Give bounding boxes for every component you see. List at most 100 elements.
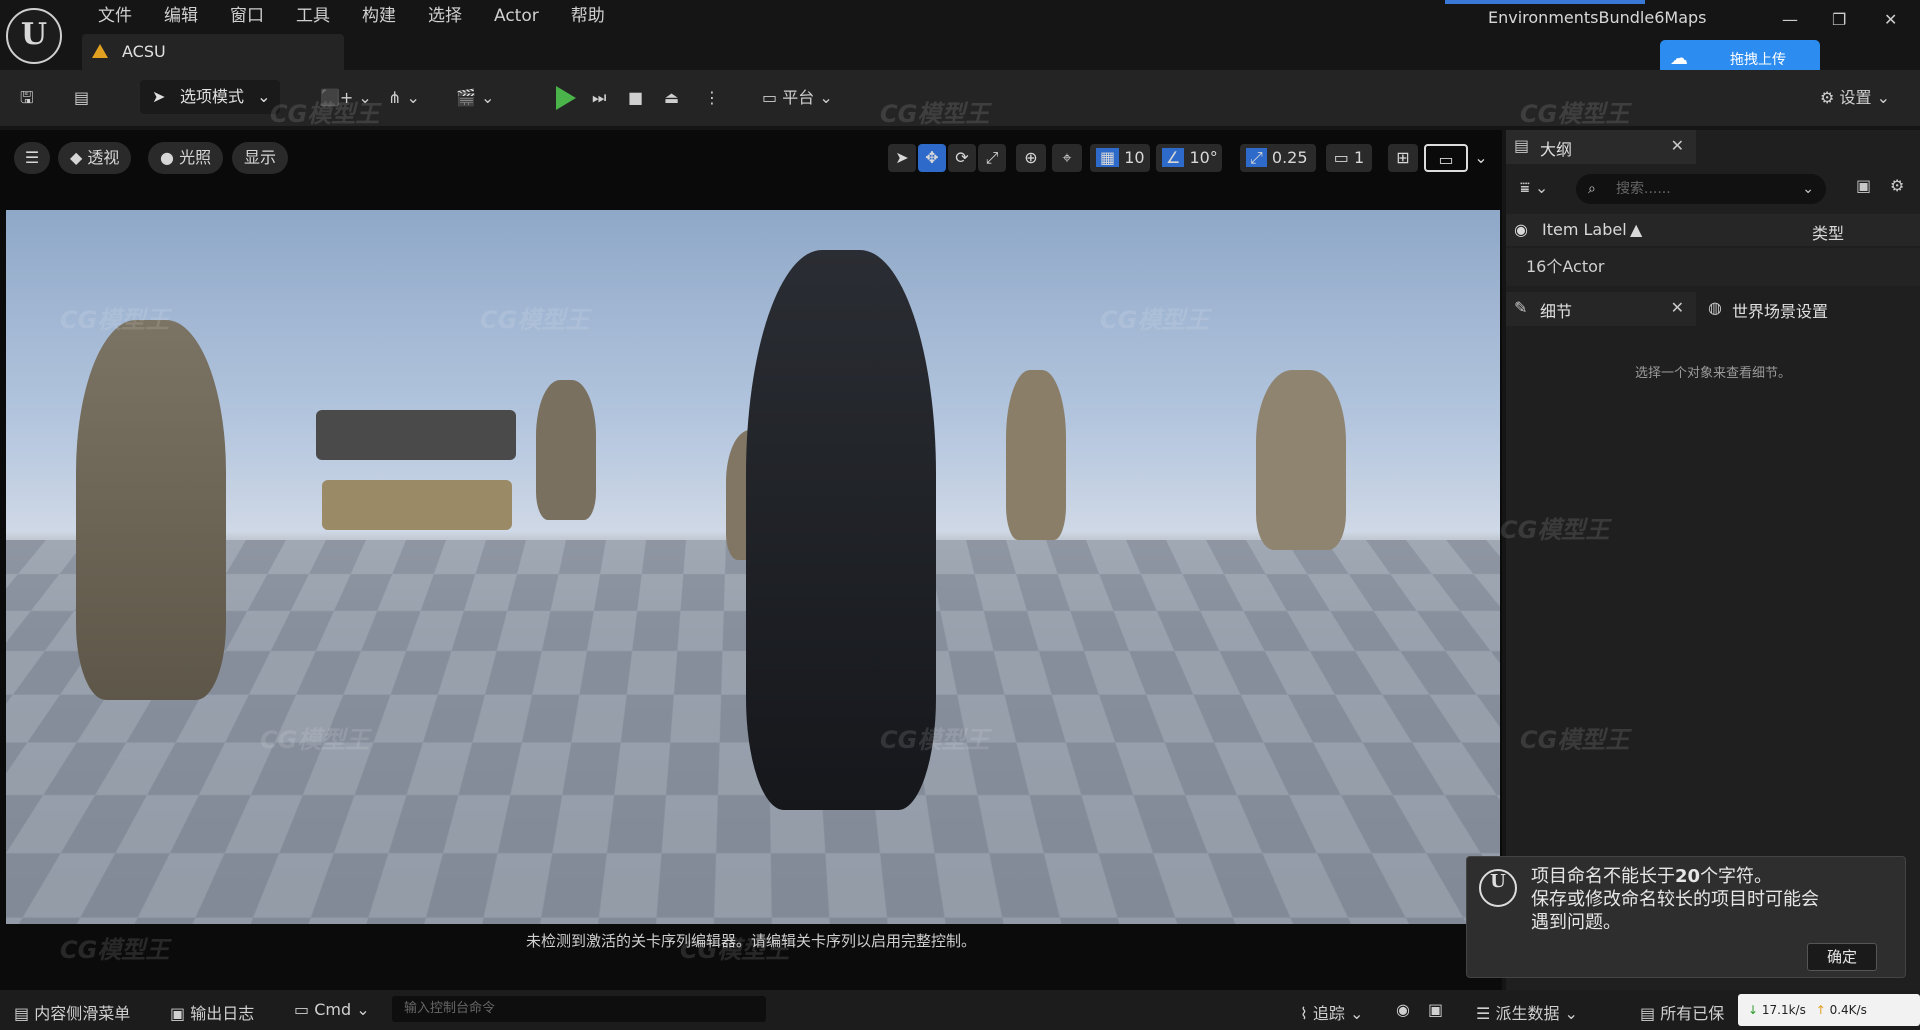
more-options-icon[interactable]: ⋮ <box>704 82 720 114</box>
unreal-logo-icon: U <box>1479 869 1517 907</box>
grid-snap-value: 10 <box>1124 148 1145 167</box>
globe-icon: ◍ <box>1708 298 1722 317</box>
ok-button[interactable]: 确定 <box>1807 943 1877 971</box>
platform-button[interactable]: ▭ 平台 ⌄ <box>762 82 833 114</box>
console-placeholder: 输入控制台命令 <box>404 1001 496 1016</box>
item-label-column[interactable]: Item Label <box>1542 220 1627 239</box>
show-button[interactable]: 显示 <box>232 142 289 174</box>
play-icon[interactable] <box>556 86 576 110</box>
cinematics-icon[interactable]: 🎬 ⌄ <box>456 82 494 114</box>
menu-select[interactable]: 选择 <box>412 4 478 28</box>
status-bar: ▤ 内容侧滑菜单 ▣ 输出日志 ▭ Cmd ⌄ 输入控制台命令 ⌇ 追踪 ⌄ ◉… <box>0 990 1920 1030</box>
visibility-eye-icon[interactable]: ◉ <box>1514 220 1528 239</box>
close-icon[interactable]: ✕ <box>1671 136 1684 155</box>
content-drawer-label: 内容侧滑菜单 <box>34 1004 131 1023</box>
minimize-icon[interactable]: — <box>1782 10 1798 29</box>
notification-toast: U 项目命名不能长于20个字符。 保存或修改命名较长的项目时可能会 遇到问题。 … <box>1466 856 1906 978</box>
blueprint-icon[interactable]: ⋔ ⌄ <box>388 82 420 114</box>
stop-icon[interactable]: ■ <box>628 82 643 114</box>
grid-snap-button[interactable]: ▦ 10 <box>1090 144 1150 172</box>
gear-icon[interactable]: ⚙ <box>1890 176 1904 195</box>
menu-file[interactable]: 文件 <box>82 4 148 28</box>
cloud-icon: ☁ <box>1670 48 1688 69</box>
outline-tab[interactable]: ▤ 大纲 ✕ <box>1506 130 1696 164</box>
chevron-down-icon[interactable]: ⌄ <box>1470 144 1492 172</box>
trace-button[interactable]: ⌇ 追踪 ⌄ <box>1300 1000 1363 1024</box>
output-log-label: 输出日志 <box>190 1004 255 1023</box>
restore-icon[interactable]: ❐ <box>1832 10 1846 29</box>
menu-build[interactable]: 构建 <box>346 4 412 28</box>
level-tab-label: ACSU <box>122 42 166 61</box>
notification-message: 项目命名不能长于20个字符。 保存或修改命名较长的项目时可能会 遇到问题。 <box>1531 865 1819 934</box>
console-input[interactable]: 输入控制台命令 <box>392 996 766 1022</box>
platform-icon: ▭ <box>762 88 778 107</box>
world-space-icon[interactable]: ⊕ <box>1016 144 1046 172</box>
save-icon[interactable]: 🖫 <box>20 82 34 114</box>
scale-snap-button[interactable]: ⤢ 0.25 <box>1240 144 1316 172</box>
mode-select-button[interactable]: ➤ 选项模式 ⌄ <box>140 80 280 114</box>
lighting-label: 光照 <box>179 148 212 167</box>
record-icon[interactable]: ◉ <box>1396 1000 1410 1019</box>
perspective-button[interactable]: ◆ 透视 <box>58 142 132 174</box>
save-status-button[interactable]: ▤ 所有已保 <box>1640 1000 1724 1024</box>
select-tool-icon[interactable]: ➤ <box>888 144 916 172</box>
content-browser-icon[interactable]: ▤ <box>74 82 89 114</box>
rotate-tool-icon[interactable]: ⟳ <box>948 144 976 172</box>
viewport-toolbar: ☰ ◆ 透视 ● 光照 显示 ➤ ✥ ⟳ ⤢ ⊕ ⌖ ▦ 10 ∠ 10° ⤢ … <box>0 130 1502 210</box>
content-drawer-icon: ▤ <box>14 1004 30 1023</box>
derived-data-icon: ☰ <box>1476 1004 1491 1023</box>
search-placeholder: 搜索...... <box>1616 181 1671 197</box>
content-drawer-button[interactable]: ▤ 内容侧滑菜单 <box>14 1000 130 1024</box>
main-toolbar: 🖫 ▤ ➤ 选项模式 ⌄ ⬛+ ⌄ ⋔ ⌄ 🎬 ⌄ ⏭ ■ ⏏ ⋮ ▭ 平台 ⌄… <box>0 70 1920 126</box>
settings-button[interactable]: ⚙ 设置 ⌄ <box>1820 84 1890 108</box>
main-menu: 文件 编辑 窗口 工具 构建 选择 Actor 帮助 <box>82 4 621 28</box>
menu-help[interactable]: 帮助 <box>555 4 621 28</box>
soldier-figure <box>1256 370 1346 550</box>
upload-speed: 0.4K/s <box>1829 1003 1867 1017</box>
menu-actor[interactable]: Actor <box>478 4 555 28</box>
viewport-layout-icon[interactable]: ▭ <box>1424 144 1468 172</box>
menu-window[interactable]: 窗口 <box>214 4 280 28</box>
lighting-button[interactable]: ● 光照 <box>148 142 224 174</box>
menu-tools[interactable]: 工具 <box>280 4 346 28</box>
scene-render[interactable] <box>6 210 1500 924</box>
menu-edit[interactable]: 编辑 <box>148 4 214 28</box>
outline-search-input[interactable]: ⌕ 搜索...... ⌄ <box>1576 174 1826 204</box>
step-icon[interactable]: ⏭ <box>592 82 606 114</box>
grid-icon: ▦ <box>1096 148 1120 167</box>
lighting-icon: ● <box>160 148 174 167</box>
camera-icon: ▭ <box>1333 148 1349 167</box>
close-icon[interactable]: ✕ <box>1884 10 1897 29</box>
level-tab[interactable]: ACSU <box>82 34 344 70</box>
viewport-menu-button[interactable]: ☰ <box>14 142 50 174</box>
details-tab[interactable]: ✎ 细节 ✕ <box>1506 292 1696 326</box>
cmd-dropdown[interactable]: ▭ Cmd ⌄ <box>294 1000 370 1019</box>
outline-column-header: ◉ Item Label ▲ 类型 <box>1506 214 1920 246</box>
hamburger-icon: ☰ <box>24 148 40 167</box>
screenshot-icon[interactable]: ▣ <box>1428 1000 1443 1019</box>
camera-speed-button[interactable]: ▭ 1 <box>1326 144 1372 172</box>
surface-snap-icon[interactable]: ⌖ <box>1052 144 1082 172</box>
filter-icon[interactable]: ⩸ ⌄ <box>1520 178 1548 198</box>
save-status-icon: ▤ <box>1640 1004 1656 1023</box>
pencil-icon: ✎ <box>1514 298 1528 317</box>
derived-data-button[interactable]: ☰ 派生数据 ⌄ <box>1476 1000 1578 1024</box>
add-folder-icon[interactable]: ▣ <box>1856 176 1871 195</box>
toast-line1-num: 20 <box>1675 866 1701 887</box>
outline-title: 大纲 <box>1540 140 1573 159</box>
level-viewport[interactable]: ☰ ◆ 透视 ● 光照 显示 ➤ ✥ ⟳ ⤢ ⊕ ⌖ ▦ 10 ∠ 10° ⤢ … <box>0 130 1502 990</box>
close-icon[interactable]: ✕ <box>1671 298 1684 317</box>
move-tool-icon[interactable]: ✥ <box>918 144 946 172</box>
scale-tool-icon[interactable]: ⤢ <box>978 144 1006 172</box>
rotation-snap-button[interactable]: ∠ 10° <box>1156 144 1222 172</box>
world-settings-tab[interactable]: ◍ 世界场景设置 <box>1702 292 1920 326</box>
toast-line1-prefix: 项目命名不能长于 <box>1531 866 1675 887</box>
eject-icon[interactable]: ⏏ <box>664 82 679 114</box>
layout-icon[interactable]: ⊞ <box>1388 144 1418 172</box>
unreal-logo-icon[interactable]: U <box>6 8 62 64</box>
type-column[interactable]: 类型 <box>1812 220 1844 244</box>
add-actor-icon[interactable]: ⬛+ ⌄ <box>320 82 372 114</box>
terminal-icon: ▭ <box>294 1000 310 1019</box>
output-log-button[interactable]: ▣ 输出日志 <box>170 1000 254 1024</box>
details-hint: 选择一个对象来查看细节。 <box>1634 366 1791 381</box>
